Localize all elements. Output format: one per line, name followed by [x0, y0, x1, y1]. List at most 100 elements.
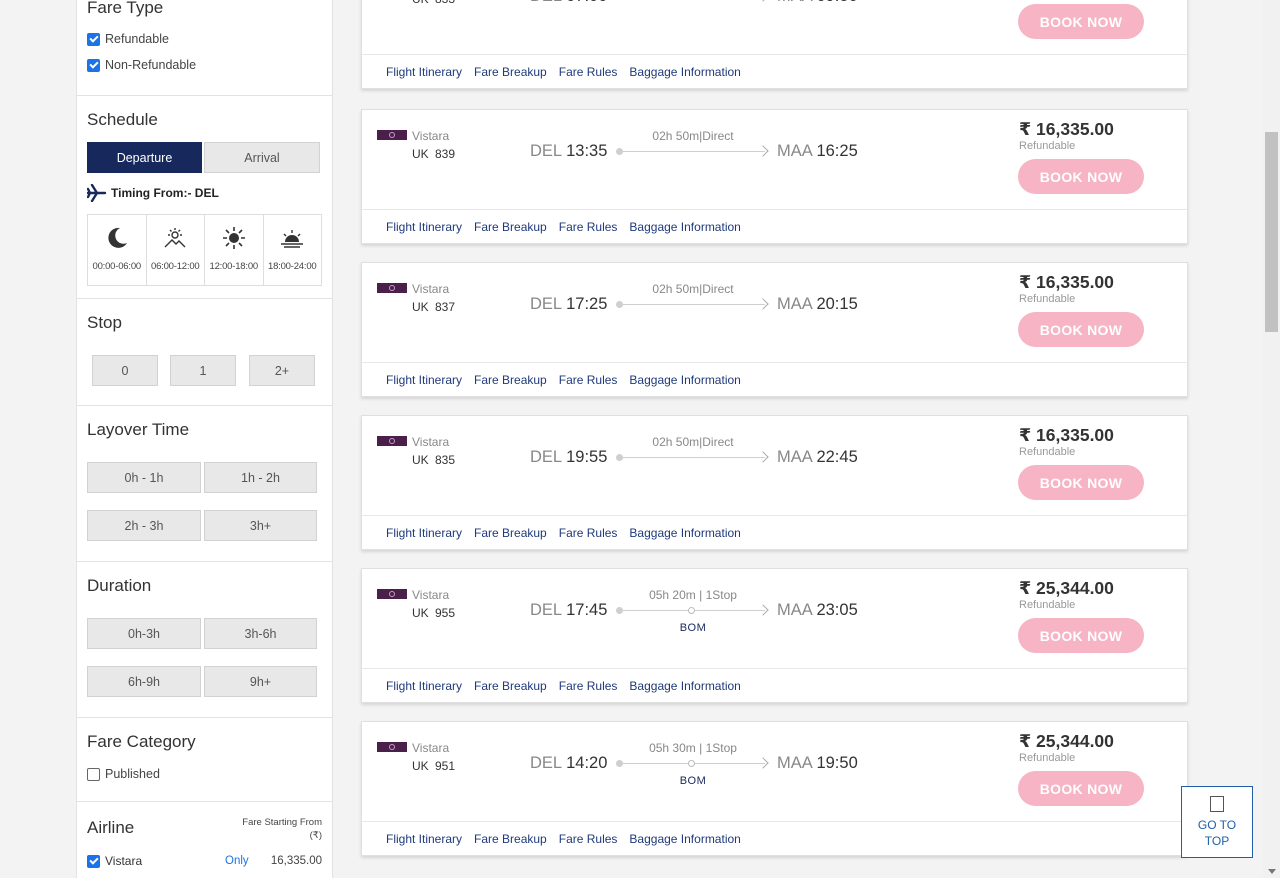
tab-departure[interactable]: Departure — [87, 142, 202, 173]
fare-breakup-link[interactable]: Fare Breakup — [474, 65, 547, 79]
arrival-time: 09:50 — [816, 0, 857, 5]
time-slot-label: 06:00-12:00 — [150, 261, 200, 272]
route-arrow-icon — [757, 0, 769, 2]
flight-duration: 02h 50m|Direct — [652, 129, 734, 143]
checkbox-unchecked-icon[interactable] — [87, 767, 100, 781]
departure-code: DEL — [530, 754, 562, 772]
airline-logo-icon — [377, 589, 407, 599]
checkbox-checked-icon[interactable] — [87, 32, 100, 46]
time-slot-evening[interactable]: 18:00-24:00 — [264, 215, 322, 285]
arrival-code: MAA — [777, 601, 812, 619]
route-line — [616, 145, 769, 157]
scroll-down-arrow-icon[interactable] — [1268, 869, 1276, 874]
tab-arrival[interactable]: Arrival — [204, 142, 320, 173]
fare-breakup-link[interactable]: Fare Breakup — [474, 526, 547, 540]
scrollbar[interactable] — [1263, 0, 1280, 878]
baggage-information-link[interactable]: Baggage Information — [629, 373, 740, 387]
fare-rules-link[interactable]: Fare Rules — [559, 373, 618, 387]
fare-rules-link[interactable]: Fare Rules — [559, 832, 618, 846]
baggage-information-link[interactable]: Baggage Information — [629, 832, 740, 846]
layover-option[interactable]: 0h - 1h — [87, 462, 201, 493]
airline-item-vistara[interactable]: Vistara Only 16,335.00 — [87, 854, 322, 868]
fare-type-label: Refundable — [1019, 446, 1076, 458]
book-now-button[interactable]: BOOK NOW — [1018, 159, 1144, 194]
route-start-dot-icon — [616, 301, 623, 308]
fare-rules-link[interactable]: Fare Rules — [559, 526, 618, 540]
duration-option[interactable]: 0h-3h — [87, 618, 201, 649]
book-now-button[interactable]: BOOK NOW — [1018, 465, 1144, 500]
time-slot-night[interactable]: 00:00-06:00 — [88, 215, 147, 285]
book-now-button[interactable]: BOOK NOW — [1018, 618, 1144, 653]
sun-icon — [222, 227, 245, 249]
non-refundable-label: Non-Refundable — [105, 58, 197, 72]
departure: DEL 17:45 — [530, 601, 607, 620]
flight-itinerary-link[interactable]: Flight Itinerary — [386, 832, 462, 846]
departure-time: 07:00 — [566, 0, 607, 5]
airline-name: Vistara — [412, 282, 450, 296]
baggage-information-link[interactable]: Baggage Information — [629, 526, 740, 540]
stop-option-2-plus[interactable]: 2+ — [249, 355, 315, 386]
fare-breakup-link[interactable]: Fare Breakup — [474, 832, 547, 846]
fare-rules-link[interactable]: Fare Rules — [559, 65, 618, 79]
moon-icon — [108, 227, 127, 248]
layover-option[interactable]: 2h - 3h — [87, 510, 201, 541]
baggage-information-link[interactable]: Baggage Information — [629, 679, 740, 693]
route-arrow-icon — [757, 757, 769, 769]
flight-itinerary-link[interactable]: Flight Itinerary — [386, 526, 462, 540]
fare-rules-link[interactable]: Fare Rules — [559, 679, 618, 693]
departure-code: DEL — [530, 0, 562, 5]
departure: DEL 14:20 — [530, 754, 607, 773]
square-icon — [1210, 795, 1224, 812]
book-now-button[interactable]: BOOK NOW — [1018, 4, 1144, 39]
fare-type-label: Refundable — [1019, 293, 1076, 305]
book-now-button[interactable]: BOOK NOW — [1018, 771, 1144, 806]
fare-rules-link[interactable]: Fare Rules — [559, 220, 618, 234]
stop-option-1[interactable]: 1 — [170, 355, 236, 386]
only-link[interactable]: Only — [225, 855, 249, 867]
flight-duration: 05h 30m | 1Stop — [649, 741, 737, 755]
refundable-checkbox[interactable]: Refundable — [87, 28, 169, 50]
duration-option[interactable]: 3h-6h — [204, 618, 317, 649]
arrival: MAA 22:45 — [777, 448, 858, 467]
arrival-time: 16:25 — [816, 142, 858, 160]
baggage-information-link[interactable]: Baggage Information — [629, 65, 740, 79]
fare-price: ₹ 25,344.00 — [1019, 731, 1114, 751]
non-refundable-checkbox[interactable]: Non-Refundable — [87, 54, 196, 76]
flight-itinerary-link[interactable]: Flight Itinerary — [386, 679, 462, 693]
duration-option[interactable]: 6h-9h — [87, 666, 201, 697]
fare-breakup-link[interactable]: Fare Breakup — [474, 679, 547, 693]
fare-breakup-link[interactable]: Fare Breakup — [474, 220, 547, 234]
route-start-dot-icon — [616, 760, 623, 767]
book-now-button[interactable]: BOOK NOW — [1018, 312, 1144, 347]
arrival-time: 19:50 — [816, 754, 858, 772]
checkbox-checked-icon[interactable] — [87, 854, 100, 868]
fare-category-section: Fare Category Published — [77, 718, 332, 802]
flight-details-links: Flight Itinerary Fare Breakup Fare Rules Ba… — [362, 54, 1187, 88]
published-checkbox[interactable]: Published — [87, 763, 160, 785]
go-to-top-line1: GO TO — [1197, 817, 1237, 832]
time-slot-afternoon[interactable]: 12:00-18:00 — [205, 215, 264, 285]
airline-logo-icon — [377, 283, 407, 293]
published-label: Published — [105, 767, 160, 781]
flight-itinerary-link[interactable]: Flight Itinerary — [386, 220, 462, 234]
scrollbar-thumb[interactable] — [1265, 132, 1278, 332]
flight-number: UK 839 — [412, 147, 456, 161]
fare-type-label: Refundable — [1019, 140, 1076, 152]
layover-title: Layover Time — [87, 420, 190, 439]
stop-section: Stop 0 1 2+ — [77, 299, 332, 406]
go-to-top-button[interactable]: GO TO TOP — [1181, 786, 1253, 858]
layover-option[interactable]: 1h - 2h — [204, 462, 317, 493]
departure: DEL 07:00 — [530, 0, 607, 6]
layover-option[interactable]: 3h+ — [204, 510, 317, 541]
fare-price: ₹ 16,335.00 — [1019, 272, 1114, 292]
time-slot-morning[interactable]: 06:00-12:00 — [147, 215, 205, 285]
fare-breakup-link[interactable]: Fare Breakup — [474, 373, 547, 387]
flight-itinerary-link[interactable]: Flight Itinerary — [386, 65, 462, 79]
flight-itinerary-link[interactable]: Flight Itinerary — [386, 373, 462, 387]
stop-option-0[interactable]: 0 — [92, 355, 158, 386]
arrival-code: MAA — [777, 0, 812, 5]
baggage-information-link[interactable]: Baggage Information — [629, 220, 740, 234]
checkbox-checked-icon[interactable] — [87, 58, 100, 72]
duration-option[interactable]: 9h+ — [204, 666, 317, 697]
go-to-top-line2: TOP — [1204, 833, 1230, 848]
